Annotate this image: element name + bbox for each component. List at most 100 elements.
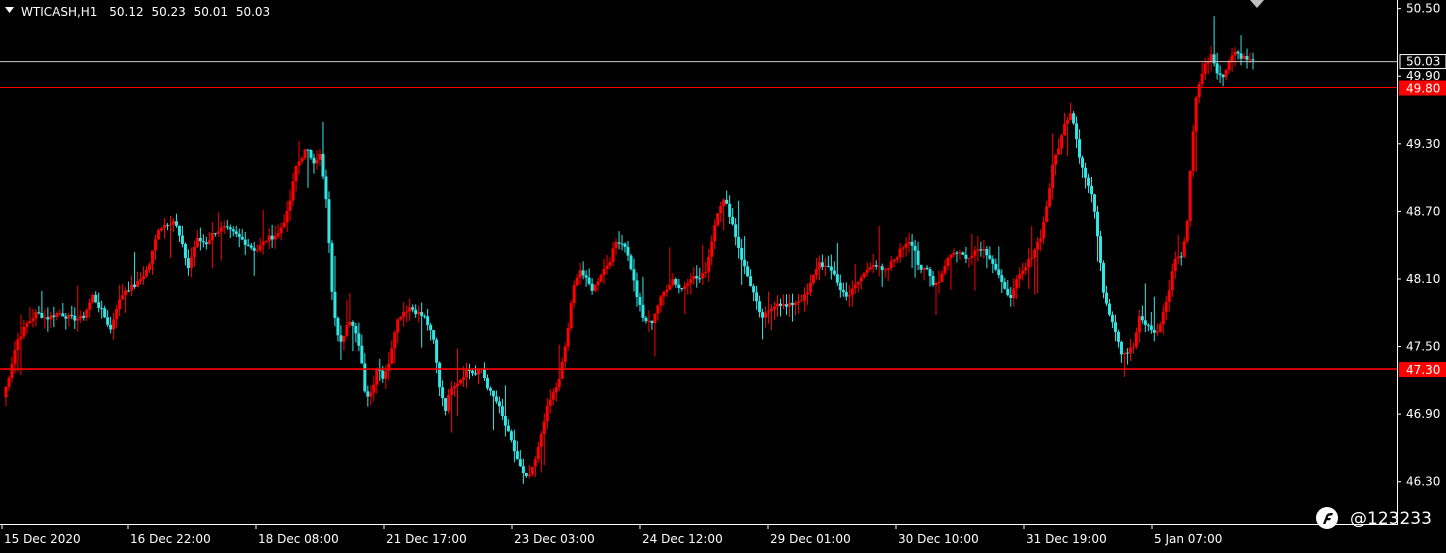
candle-body — [315, 159, 319, 164]
candle-body — [632, 269, 636, 281]
candle-body — [225, 226, 229, 228]
time-tick-label: 18 Dec 08:00 — [258, 532, 339, 546]
price-chart[interactable]: 50.5049.9049.3048.7048.1047.5046.9046.30… — [0, 0, 1446, 553]
candle-body — [572, 285, 576, 304]
candle-body — [1131, 346, 1135, 348]
current-price-label: 50.03 — [1406, 55, 1440, 69]
candle-body — [737, 237, 741, 248]
candle-body — [324, 176, 328, 200]
candle-body — [973, 250, 977, 256]
candle-body — [49, 315, 53, 320]
candle-body — [432, 330, 436, 340]
candle-body — [946, 257, 950, 266]
candle-body — [494, 396, 498, 402]
candle-body — [515, 451, 519, 460]
candle-body — [441, 387, 445, 399]
candle-body — [695, 276, 699, 279]
candle-body — [853, 284, 857, 289]
candle-body — [201, 241, 205, 243]
candle-body — [100, 307, 104, 309]
candle-body — [165, 225, 169, 227]
candle-body — [97, 302, 101, 308]
candle-body — [94, 294, 98, 303]
candle-body — [444, 398, 448, 411]
candle-body — [1018, 274, 1022, 280]
candle-body — [127, 290, 131, 292]
price-tick-label: 47.50 — [1406, 340, 1440, 354]
candle-body — [883, 269, 887, 271]
candle-body — [1101, 262, 1105, 293]
candle-body — [832, 270, 836, 275]
candle-body — [1146, 324, 1150, 326]
candle-body — [1191, 131, 1195, 171]
candle-body — [653, 313, 657, 324]
candle-body — [1185, 221, 1189, 242]
candle-body — [1081, 157, 1085, 168]
candle-body — [1012, 288, 1016, 298]
candle-body — [799, 300, 803, 302]
candle-body — [1045, 206, 1049, 222]
candle-body — [142, 276, 146, 280]
candle-body — [919, 264, 923, 270]
candle-body — [1057, 148, 1061, 155]
candle-body — [171, 221, 175, 225]
candle-body — [862, 272, 866, 278]
candle-body — [662, 291, 666, 297]
candle-body — [743, 259, 747, 267]
candle-body — [590, 283, 594, 291]
candle-body — [1248, 59, 1252, 61]
candle-body — [34, 312, 38, 319]
candle-body — [1090, 185, 1094, 195]
high-value: 50.23 — [151, 5, 185, 19]
candle-body — [339, 335, 343, 342]
candle-body — [1128, 347, 1132, 354]
candle-body — [782, 304, 786, 306]
candle-body — [453, 386, 457, 389]
candle-body — [767, 311, 771, 313]
candle-body — [497, 401, 501, 407]
candle-body — [500, 406, 504, 416]
candle-body — [447, 395, 451, 411]
candle-body — [1027, 259, 1031, 268]
candle-body — [1009, 294, 1013, 298]
candle-body — [584, 275, 588, 278]
candle-body — [1188, 170, 1192, 222]
candle-body — [560, 361, 564, 379]
candle-body — [539, 434, 543, 447]
candle-body — [958, 252, 962, 254]
candle-body — [940, 273, 944, 282]
time-tick-label: 5 Jan 07:00 — [1154, 532, 1222, 546]
candle-body — [1051, 164, 1055, 189]
candle-body — [1015, 279, 1019, 289]
candle-body — [366, 391, 370, 397]
candle-body — [459, 380, 463, 384]
candle-body — [749, 276, 753, 287]
candle-body — [569, 303, 573, 329]
candle-body — [476, 369, 480, 375]
symbol-label: WTICASH,H1 — [21, 5, 97, 19]
candle-body — [234, 231, 238, 235]
candle-body — [895, 257, 899, 260]
candle-body — [1107, 303, 1111, 315]
candle-body — [1000, 275, 1004, 283]
candle-body — [91, 294, 95, 303]
candle-body — [1152, 329, 1156, 333]
candle-body — [704, 271, 708, 273]
candle-body — [309, 150, 313, 158]
candle-body — [456, 383, 460, 387]
candle-body — [1221, 74, 1225, 78]
candle-body — [1054, 154, 1058, 165]
candle-body — [793, 302, 797, 306]
candle-body — [414, 309, 418, 315]
candle-body — [342, 335, 346, 342]
candle-body — [829, 266, 833, 271]
candle-body — [1072, 113, 1076, 124]
candle-body — [856, 281, 860, 285]
candle-body — [79, 315, 83, 319]
candle-body — [512, 440, 516, 452]
candle-body — [31, 318, 35, 322]
candle-body — [468, 369, 472, 371]
candle-body — [470, 370, 474, 374]
candle-body — [928, 269, 932, 276]
candle-body — [1245, 56, 1249, 60]
